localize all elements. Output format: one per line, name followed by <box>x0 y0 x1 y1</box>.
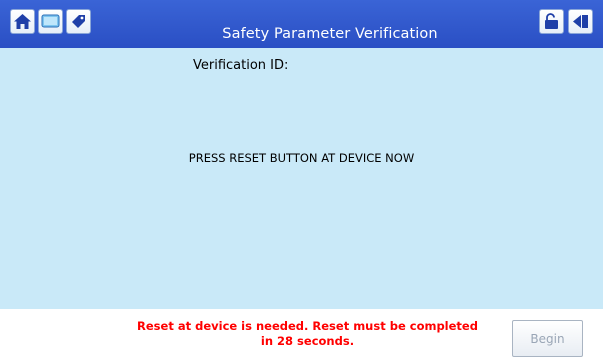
verification-id: Verification ID: <box>193 58 296 73</box>
reset-warning: Reset at device is needed. Reset must be… <box>105 319 510 349</box>
back-icon <box>573 15 588 28</box>
lock-button[interactable] <box>539 9 564 34</box>
page-title: Safety Parameter Verification <box>222 26 438 42</box>
tag-icon <box>72 15 85 28</box>
header-bar: Safety Parameter Verification <box>0 0 603 48</box>
instruction-message: PRESS RESET BUTTON AT DEVICE NOW <box>188 151 415 165</box>
reset-warning-line1: Reset at device is needed. Reset must be… <box>137 319 478 333</box>
begin-button[interactable]: Begin <box>512 320 583 357</box>
reset-warning-line2: in 28 seconds. <box>260 334 355 348</box>
home-button[interactable] <box>10 9 35 34</box>
verification-id-label: Verification ID: <box>193 58 289 73</box>
home-icon <box>14 14 31 29</box>
back-button[interactable] <box>568 9 593 34</box>
tag-button[interactable] <box>66 9 91 34</box>
lock-icon <box>545 13 558 29</box>
screen-icon <box>41 14 60 28</box>
screen-button[interactable] <box>38 9 63 34</box>
